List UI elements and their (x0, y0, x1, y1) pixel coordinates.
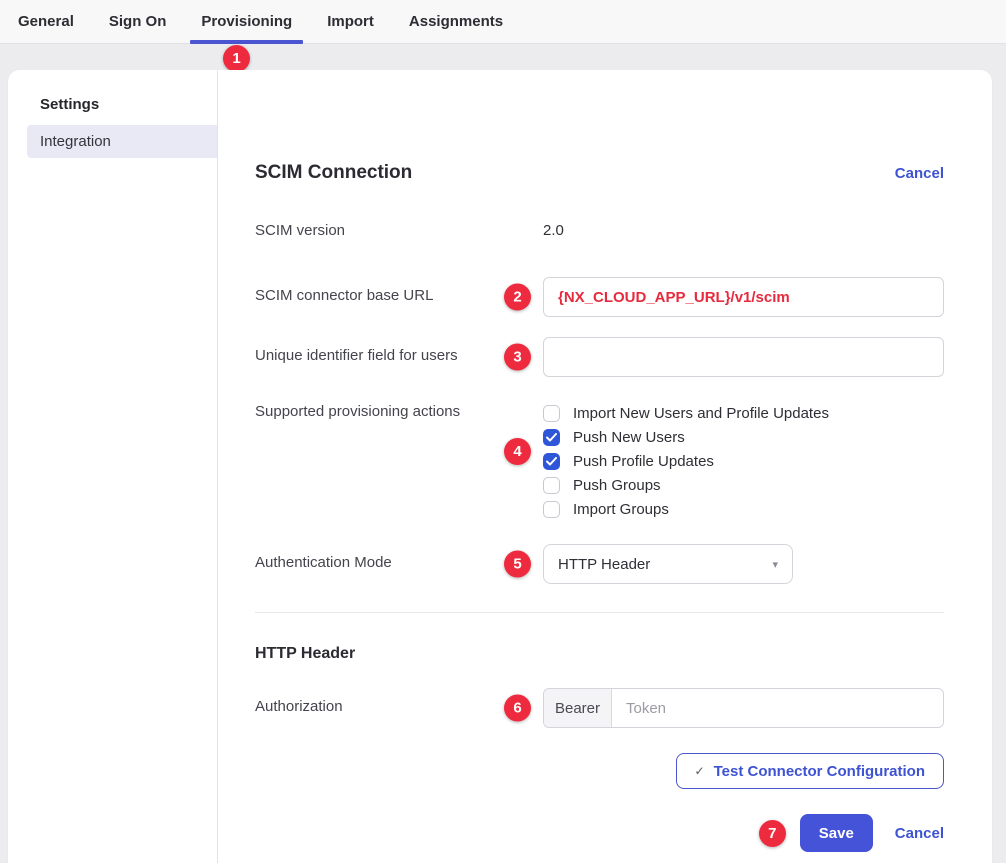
sidebar-item-integration[interactable]: Integration (27, 125, 217, 158)
authorization-input-group: Bearer (543, 688, 944, 728)
step-badge-6: 6 (504, 695, 531, 722)
base-url-input[interactable] (543, 277, 944, 317)
test-connector-label: Test Connector Configuration (714, 763, 925, 780)
tab-provisioning[interactable]: Provisioning (201, 0, 292, 43)
auth-mode-row: Authentication Mode 5 HTTP Header ▾ (255, 544, 944, 584)
step-badge-4: 4 (504, 438, 531, 465)
main-content: SCIM Connection Cancel SCIM version 2.0 … (218, 70, 992, 863)
checkbox-push-new-users[interactable] (543, 429, 560, 446)
test-connector-row: ✓ Test Connector Configuration (255, 753, 944, 789)
http-header-heading: HTTP Header (255, 645, 944, 663)
chevron-down-icon: ▾ (772, 558, 778, 571)
cancel-link-top[interactable]: Cancel (895, 165, 944, 182)
option-label: Import Groups (573, 501, 669, 518)
option-label: Import New Users and Profile Updates (573, 405, 829, 422)
option-import-new-users[interactable]: Import New Users and Profile Updates (543, 405, 944, 422)
step-badge-2: 2 (504, 284, 531, 311)
authorization-row: Authorization 6 Bearer (255, 688, 944, 728)
tab-assignments[interactable]: Assignments (409, 0, 503, 43)
checkbox-push-profile-updates[interactable] (543, 453, 560, 470)
base-url-label: SCIM connector base URL (255, 277, 543, 304)
page: General Sign On Provisioning Import Assi… (0, 0, 1006, 863)
option-label: Push New Users (573, 429, 685, 446)
sidebar: Settings Integration (8, 70, 218, 863)
provisioning-actions-list: Import New Users and Profile Updates Pus… (543, 403, 944, 518)
bearer-prefix: Bearer (544, 689, 612, 727)
page-title: SCIM Connection (255, 162, 412, 184)
checkbox-push-groups[interactable] (543, 477, 560, 494)
checkbox-import-groups[interactable] (543, 501, 560, 518)
tab-import[interactable]: Import (327, 0, 374, 43)
checkbox-import-new-users[interactable] (543, 405, 560, 422)
option-label: Push Groups (573, 477, 661, 494)
test-connector-button[interactable]: ✓ Test Connector Configuration (676, 753, 944, 789)
step-badge-5: 5 (504, 551, 531, 578)
authorization-label: Authorization (255, 688, 543, 715)
settings-card: Settings Integration SCIM Connection Can… (8, 70, 992, 863)
title-row: SCIM Connection Cancel (255, 162, 944, 184)
save-row: 7 Save Cancel (255, 814, 944, 852)
unique-id-row: Unique identifier field for users 3 (255, 337, 944, 377)
auth-mode-label: Authentication Mode (255, 544, 543, 571)
provisioning-actions-label: Supported provisioning actions (255, 403, 543, 420)
tab-general[interactable]: General (18, 0, 74, 43)
step-badge-3: 3 (504, 344, 531, 371)
scim-version-value: 2.0 (543, 222, 564, 239)
auth-mode-select[interactable]: HTTP Header ▾ (543, 544, 793, 584)
unique-id-input[interactable] (543, 337, 944, 377)
step-badge-7: 7 (759, 820, 786, 847)
option-label: Push Profile Updates (573, 453, 714, 470)
check-icon: ✓ (695, 764, 705, 778)
section-divider (255, 612, 944, 613)
option-import-groups[interactable]: Import Groups (543, 501, 944, 518)
provisioning-actions-row: Supported provisioning actions 4 Import … (255, 403, 944, 518)
save-button[interactable]: Save (800, 814, 873, 852)
token-input[interactable] (612, 689, 943, 727)
option-push-groups[interactable]: Push Groups (543, 477, 944, 494)
base-url-row: SCIM connector base URL 2 (255, 277, 944, 317)
tab-sign-on[interactable]: Sign On (109, 0, 167, 43)
option-push-new-users[interactable]: Push New Users (543, 429, 944, 446)
app-tabbar: General Sign On Provisioning Import Assi… (0, 0, 1006, 44)
step-badge-1: 1 (223, 45, 250, 72)
unique-id-label: Unique identifier field for users (255, 337, 543, 364)
option-push-profile-updates[interactable]: Push Profile Updates (543, 453, 944, 470)
scim-version-row: SCIM version 2.0 (255, 222, 944, 240)
auth-mode-selected-value: HTTP Header (558, 556, 650, 573)
cancel-link-bottom[interactable]: Cancel (895, 825, 944, 842)
scim-version-label: SCIM version (255, 222, 543, 239)
sidebar-heading-settings: Settings (8, 96, 217, 113)
